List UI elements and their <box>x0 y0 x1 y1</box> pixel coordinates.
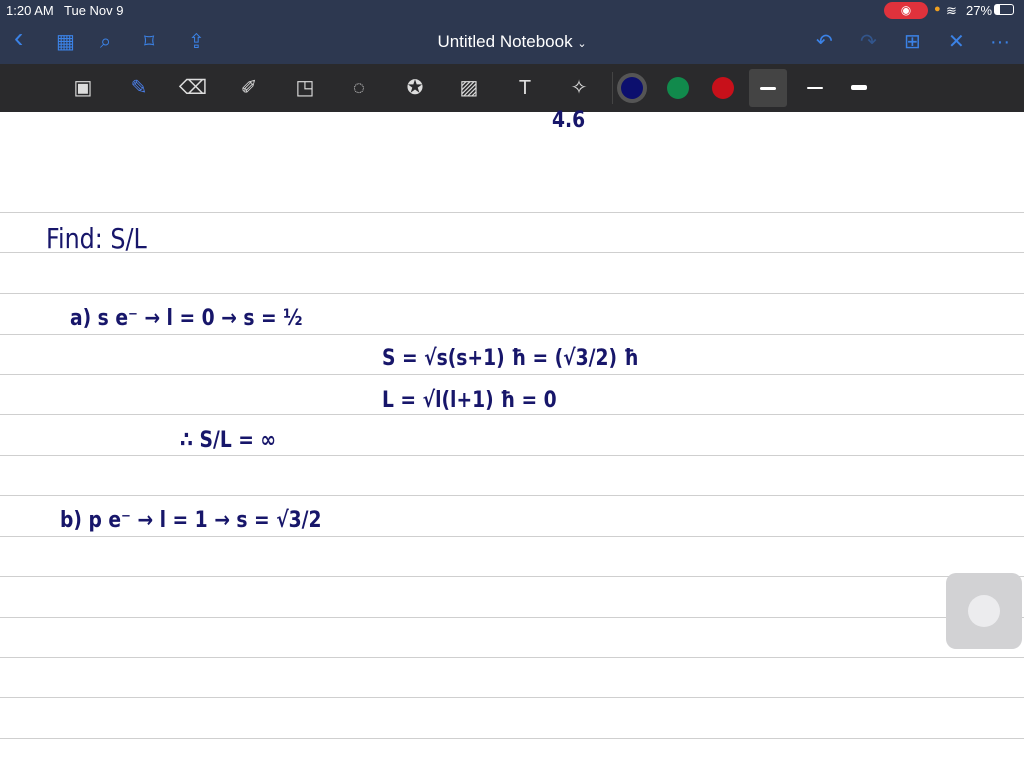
handwriting-a-line2: S = √s(s+1) ħ = (√3/2) ħ <box>382 346 639 371</box>
undo-button[interactable]: ↶ <box>816 30 833 54</box>
pen-tool[interactable]: ✎ <box>124 76 154 100</box>
lasso-tool[interactable]: ◌ <box>344 76 374 100</box>
ruled-line <box>0 455 1024 456</box>
laser-pointer-tool[interactable]: ✧ <box>564 76 594 100</box>
battery-icon <box>994 4 1014 15</box>
redo-button[interactable]: ↷ <box>860 30 877 54</box>
elements-tool[interactable]: ✪ <box>400 76 430 100</box>
ruled-line <box>0 576 1024 577</box>
ruled-line <box>0 738 1024 739</box>
circle-icon <box>968 595 1000 627</box>
shapes-tool[interactable]: ◳ <box>290 76 320 100</box>
wifi-icon: ≋ <box>946 3 957 18</box>
zoom-window-tool[interactable]: ▣ <box>68 76 98 100</box>
color-swatch-navy[interactable] <box>621 77 643 99</box>
ruled-line <box>0 374 1024 375</box>
stroke-width-fine[interactable] <box>749 69 787 107</box>
screen-recording-icon[interactable]: ◉ <box>884 2 928 19</box>
color-swatch-green[interactable] <box>667 77 689 99</box>
handwriting-b-line1: b) p e⁻ → l = 1 → s = √3/2 <box>60 508 322 533</box>
notebook-page[interactable]: 4.6 Find: S/L a) s e⁻ → l = 0 → s = ½ S … <box>0 108 1024 768</box>
handwriting-find: Find: S/L <box>46 222 147 255</box>
chevron-down-icon: ⌄ <box>577 38 587 50</box>
ruled-line <box>0 495 1024 496</box>
toolbar-divider <box>612 72 613 104</box>
add-page-button[interactable]: ⊞ <box>904 30 921 54</box>
ruled-line <box>0 334 1024 335</box>
color-swatch-red[interactable] <box>712 77 734 99</box>
ruled-line <box>0 617 1024 618</box>
title-text: Untitled Notebook <box>437 32 573 51</box>
handwriting-a-line3: L = √l(l+1) ħ = 0 <box>382 388 557 413</box>
eraser-tool[interactable]: ⌫ <box>178 76 208 100</box>
mic-indicator-icon: ● <box>934 3 941 15</box>
handwriting-a-result: ∴ S/L = ∞ <box>180 428 277 453</box>
handwriting-top: 4.6 <box>552 108 586 133</box>
text-tool[interactable]: T <box>510 76 540 100</box>
status-date: Tue Nov 9 <box>64 3 124 18</box>
ruled-line <box>0 293 1024 294</box>
ruled-line <box>0 414 1024 415</box>
stroke-width-medium[interactable] <box>796 69 834 107</box>
image-tool[interactable]: ▨ <box>454 76 484 100</box>
ruled-line <box>0 536 1024 537</box>
handwriting-a-line1: a) s e⁻ → l = 0 → s = ½ <box>70 306 303 331</box>
ruled-line <box>0 252 1024 253</box>
highlighter-tool[interactable]: ✐ <box>234 76 264 100</box>
stroke-width-thick[interactable] <box>840 69 878 107</box>
ruled-line <box>0 212 1024 213</box>
ruled-line <box>0 697 1024 698</box>
battery-level: 27% <box>966 3 993 18</box>
more-button[interactable]: ··· <box>990 30 1010 54</box>
app-header: 1:20 AM Tue Nov 9 ◉ ● ≋ 27% ‹ ▦ ⌕ ⌑ ⇪ Un… <box>0 0 1024 64</box>
ruled-line <box>0 657 1024 658</box>
floating-zoom-button[interactable] <box>946 573 1022 649</box>
status-time: 1:20 AM <box>6 3 54 18</box>
close-button[interactable]: ✕ <box>948 30 965 54</box>
